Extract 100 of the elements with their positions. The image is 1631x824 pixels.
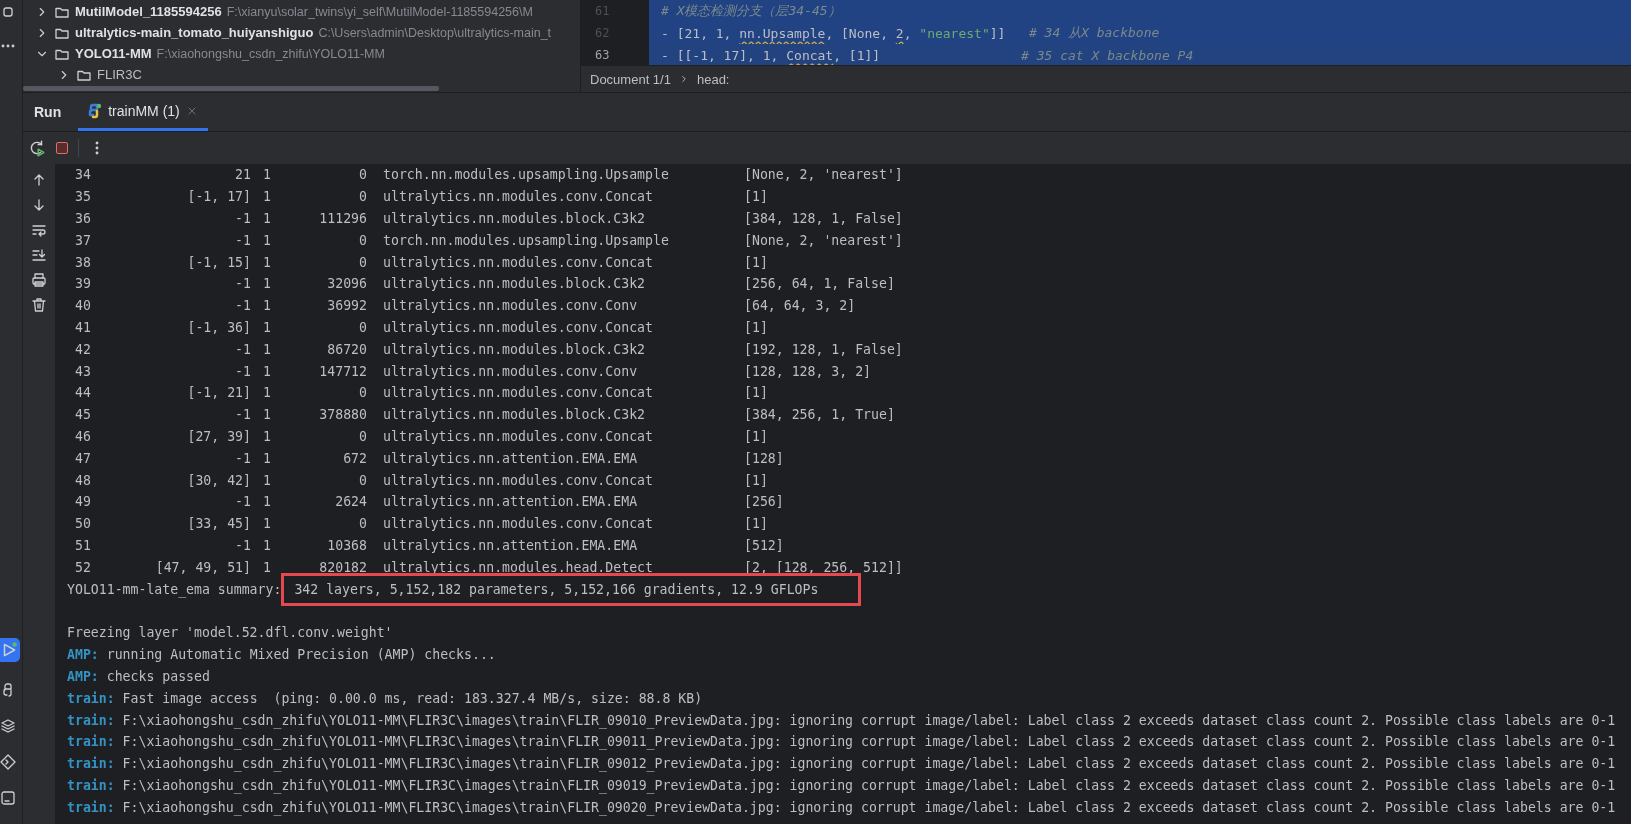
breadcrumb-item[interactable]: head: xyxy=(696,71,730,87)
layer-module: ultralytics.nn.modules.conv.Concat xyxy=(382,428,654,444)
rerun-icon[interactable] xyxy=(28,139,46,157)
log-line: train: F:\xiaohongshu_csdn_zhifu\YOLO11-MM\FLIR3C\images\train\FLIR_09019_PreviewData.jpg: ignoring corrupt image/label: Label class 2 exceeds dataset class count 2. Possible class labels are 0-1 xyxy=(67,777,1616,793)
layer-index: 49 xyxy=(74,494,92,510)
layer-module: ultralytics.nn.modules.head.Detect xyxy=(382,559,654,575)
project-folder[interactable]: YOLO11-MM xyxy=(75,46,152,61)
layer-module: ultralytics.nn.modules.block.C3k2 xyxy=(382,407,646,423)
terminal-icon[interactable] xyxy=(0,790,16,806)
layer-arguments: [1] xyxy=(744,428,768,444)
layer-index: 47 xyxy=(74,450,92,466)
layer-module: ultralytics.nn.modules.block.C3k2 xyxy=(382,211,646,226)
folder-path: C:\Users\admin\Desktop\ultralytics-main_t xyxy=(318,25,552,40)
layer-arguments: [1] xyxy=(744,385,768,401)
layers-icon[interactable] xyxy=(0,718,16,734)
layer-params: 0 xyxy=(358,428,367,444)
layer-index: 52 xyxy=(74,559,92,575)
print-icon[interactable] xyxy=(31,272,47,288)
layer-from: -1 xyxy=(234,407,251,423)
layer-index: 34 xyxy=(74,167,92,183)
layer-count: 1 xyxy=(262,494,272,510)
layer-module: ultralytics.nn.modules.conv.Concat xyxy=(382,385,654,401)
layer-count: 1 xyxy=(262,516,272,532)
layer-from: 21 xyxy=(234,167,251,183)
layer-module: torch.nn.modules.upsampling.Upsample xyxy=(382,167,670,183)
project-folder[interactable]: FLIR3C xyxy=(97,67,142,82)
layer-arguments: [128, 128, 3, 2] xyxy=(744,363,872,379)
layer-arguments: [256, 64, 1, False] xyxy=(744,276,895,292)
folder-path: F:\xiaohongshu_csdn_zhifu\YOLO11-MM xyxy=(156,46,385,61)
scroll-to-end-icon[interactable] xyxy=(31,247,47,263)
layer-params: 0 xyxy=(358,319,367,335)
layer-index: 35 xyxy=(74,189,92,205)
layer-index: 40 xyxy=(74,298,92,314)
layer-arguments: [1] xyxy=(744,472,768,488)
layer-arguments: [1] xyxy=(744,319,768,335)
folder-path: F:\xianyu\solar_twins\yi_self\MutilModel-1185594256\M xyxy=(226,4,533,19)
layer-index: 45 xyxy=(74,407,92,423)
layer-from: -1 xyxy=(234,450,251,466)
layer-module: ultralytics.nn.modules.conv.Conv xyxy=(382,363,639,379)
layer-count: 1 xyxy=(262,276,272,292)
layer-count: 1 xyxy=(262,428,272,444)
trash-icon[interactable] xyxy=(31,297,47,313)
layer-count: 1 xyxy=(262,319,272,335)
layer-index: 42 xyxy=(74,341,92,357)
layer-from: [-1, 17] xyxy=(186,189,251,205)
log-line: train: F:\xiaohongshu_csdn_zhifu\YOLO11-MM\FLIR3C\images\train\FLIR_09010_PreviewData.jpg: ignoring corrupt image/label: Label class 2 exceeds dataset class count 2. Possible class labels are 0-1 xyxy=(67,712,1616,728)
layer-from: -1 xyxy=(234,276,251,292)
log-line: train: F:\xiaohongshu_csdn_zhifu\YOLO11-MM\FLIR3C\images\train\FLIR_09011_PreviewData.jpg: ignoring corrupt image/label: Label class 2 exceeds dataset class count 2. Possible class labels are 0-1 xyxy=(67,734,1616,750)
layer-params: 0 xyxy=(358,232,367,248)
layer-from: -1 xyxy=(234,494,251,510)
layer-module: ultralytics.nn.attention.EMA.EMA xyxy=(382,494,639,510)
layer-module: ultralytics.nn.modules.conv.Concat xyxy=(382,319,654,335)
layer-arguments: [384, 256, 1, True] xyxy=(744,407,895,423)
scrollbar[interactable] xyxy=(23,86,439,91)
layer-module: ultralytics.nn.attention.EMA.EMA xyxy=(382,450,639,466)
breadcrumb-item[interactable]: Document 1/1 xyxy=(590,71,671,87)
line-number: 63 xyxy=(594,48,611,62)
layer-params: 0 xyxy=(358,385,367,401)
layer-index: 43 xyxy=(74,363,92,379)
project-folder[interactable]: ultralytics-main_tomato_huiyanshiguo xyxy=(75,25,314,40)
layer-arguments: [384, 128, 1, False] xyxy=(744,211,903,226)
layer-from: [33, 45] xyxy=(186,516,251,532)
layer-from: [27, 39] xyxy=(186,428,251,444)
services-icon[interactable] xyxy=(0,754,16,770)
layer-from: [-1, 36] xyxy=(186,319,251,335)
layer-count: 1 xyxy=(262,537,272,553)
stop-icon[interactable] xyxy=(56,142,68,154)
layer-params: 0 xyxy=(358,516,367,532)
layer-arguments: [1] xyxy=(744,189,768,205)
layer-from: [-1, 15] xyxy=(186,254,251,270)
layer-index: 37 xyxy=(74,232,92,248)
log-line: AMP: checks passed xyxy=(67,668,210,684)
layer-arguments: [128] xyxy=(744,450,784,466)
layer-arguments: [1] xyxy=(744,516,768,532)
layer-from: -1 xyxy=(234,211,251,226)
project-icon[interactable] xyxy=(0,4,16,20)
layer-arguments: [64, 64, 3, 2] xyxy=(744,298,856,314)
project-folder[interactable]: MutilModel_1185594256 xyxy=(75,4,222,19)
summary-label: YOLO11-mm-late_ema summary: xyxy=(67,581,282,597)
layer-count: 1 xyxy=(262,363,272,379)
log-line: AMP: running Automatic Mixed Precision (AMP) checks... xyxy=(67,647,496,663)
layer-from: -1 xyxy=(234,341,251,357)
layer-module: ultralytics.nn.modules.conv.Concat xyxy=(382,254,654,270)
layer-params: 111296 xyxy=(318,211,367,226)
log-line: train: Fast image access (ping: 0.00.0 ms, read: 183.327.4 MB/s, size: 88.8 KB) xyxy=(67,690,703,706)
layer-module: ultralytics.nn.attention.EMA.EMA xyxy=(382,537,639,553)
layer-count: 1 xyxy=(262,232,272,248)
layer-index: 51 xyxy=(74,537,92,553)
layer-from: [30, 42] xyxy=(186,472,251,488)
highlighted-summary: 342 layers, 5,152,182 parameters, 5,152,166 gradients, 12.9 GFLOPs xyxy=(281,572,862,606)
layer-index: 41 xyxy=(74,319,92,335)
layer-index: 36 xyxy=(74,211,92,226)
layer-index: 39 xyxy=(74,276,92,292)
log-line: train: F:\xiaohongshu_csdn_zhifu\YOLO11-MM\FLIR3C\images\train\FLIR_09020_PreviewData.jpg: ignoring corrupt image/label: Label class 2 exceeds dataset class count 2. Possible class labels are 0-1 xyxy=(67,799,1616,815)
layer-count: 1 xyxy=(262,211,272,226)
soft-wrap-icon[interactable] xyxy=(31,222,47,238)
layer-arguments: [None, 2, 'nearest'] xyxy=(744,232,903,248)
layer-from: [-1, 21] xyxy=(186,385,251,401)
layer-arguments: [512] xyxy=(744,537,784,553)
layer-index: 50 xyxy=(74,516,92,532)
